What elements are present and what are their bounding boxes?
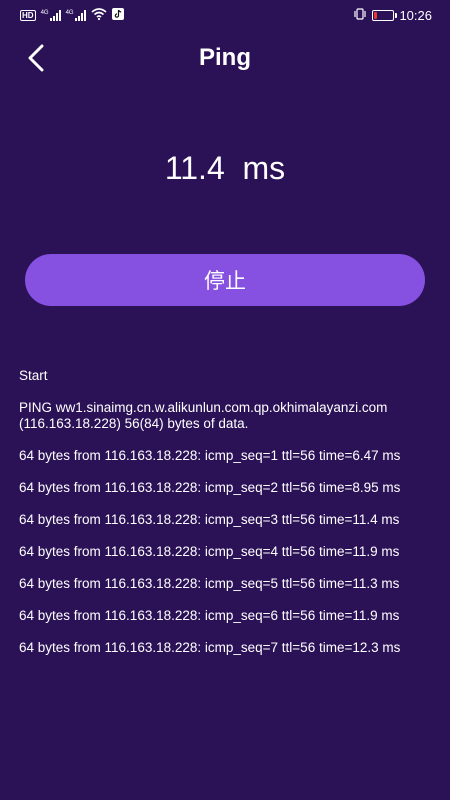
network-label-2: 4G bbox=[65, 9, 74, 16]
status-time: 10:26 bbox=[399, 7, 432, 23]
signal-icon: 4G bbox=[65, 9, 86, 21]
network-label-1: 4G bbox=[40, 9, 49, 16]
header: Ping bbox=[0, 32, 450, 84]
log-line: 64 bytes from 116.163.18.228: icmp_seq=6… bbox=[19, 608, 400, 623]
stop-button[interactable]: 停止 bbox=[25, 254, 425, 306]
log-line: Start bbox=[19, 368, 48, 383]
signal-icon: 4G bbox=[40, 9, 61, 21]
status-bar: HD 4G 4G 10:26 bbox=[0, 0, 450, 30]
vibrate-icon bbox=[353, 7, 367, 23]
log-line: 64 bytes from 116.163.18.228: icmp_seq=7… bbox=[19, 640, 401, 655]
ping-log: Start PING ww1.sinaimg.cn.w.alikunlun.com… bbox=[19, 368, 431, 672]
wifi-icon bbox=[91, 7, 107, 23]
hd-icon: HD bbox=[20, 9, 36, 21]
tiktok-icon bbox=[111, 7, 124, 23]
log-line: PING ww1.sinaimg.cn.w.alikunlun.com.qp.o… bbox=[19, 400, 388, 431]
log-line: 64 bytes from 116.163.18.228: icmp_seq=1… bbox=[19, 448, 401, 463]
log-line: 64 bytes from 116.163.18.228: icmp_seq=2… bbox=[19, 480, 401, 495]
battery-level-fill bbox=[374, 11, 378, 19]
log-line: 64 bytes from 116.163.18.228: icmp_seq=3… bbox=[19, 512, 400, 527]
battery-icon bbox=[372, 9, 398, 21]
log-line: 64 bytes from 116.163.18.228: icmp_seq=4… bbox=[19, 544, 400, 559]
status-right: 10:26 bbox=[353, 8, 432, 23]
page-title: Ping bbox=[199, 44, 251, 71]
log-line: 64 bytes from 116.163.18.228: icmp_seq=5… bbox=[19, 576, 400, 591]
ping-readout: 11.4 ms bbox=[164, 150, 286, 186]
status-left: HD 4G 4G bbox=[20, 7, 124, 23]
